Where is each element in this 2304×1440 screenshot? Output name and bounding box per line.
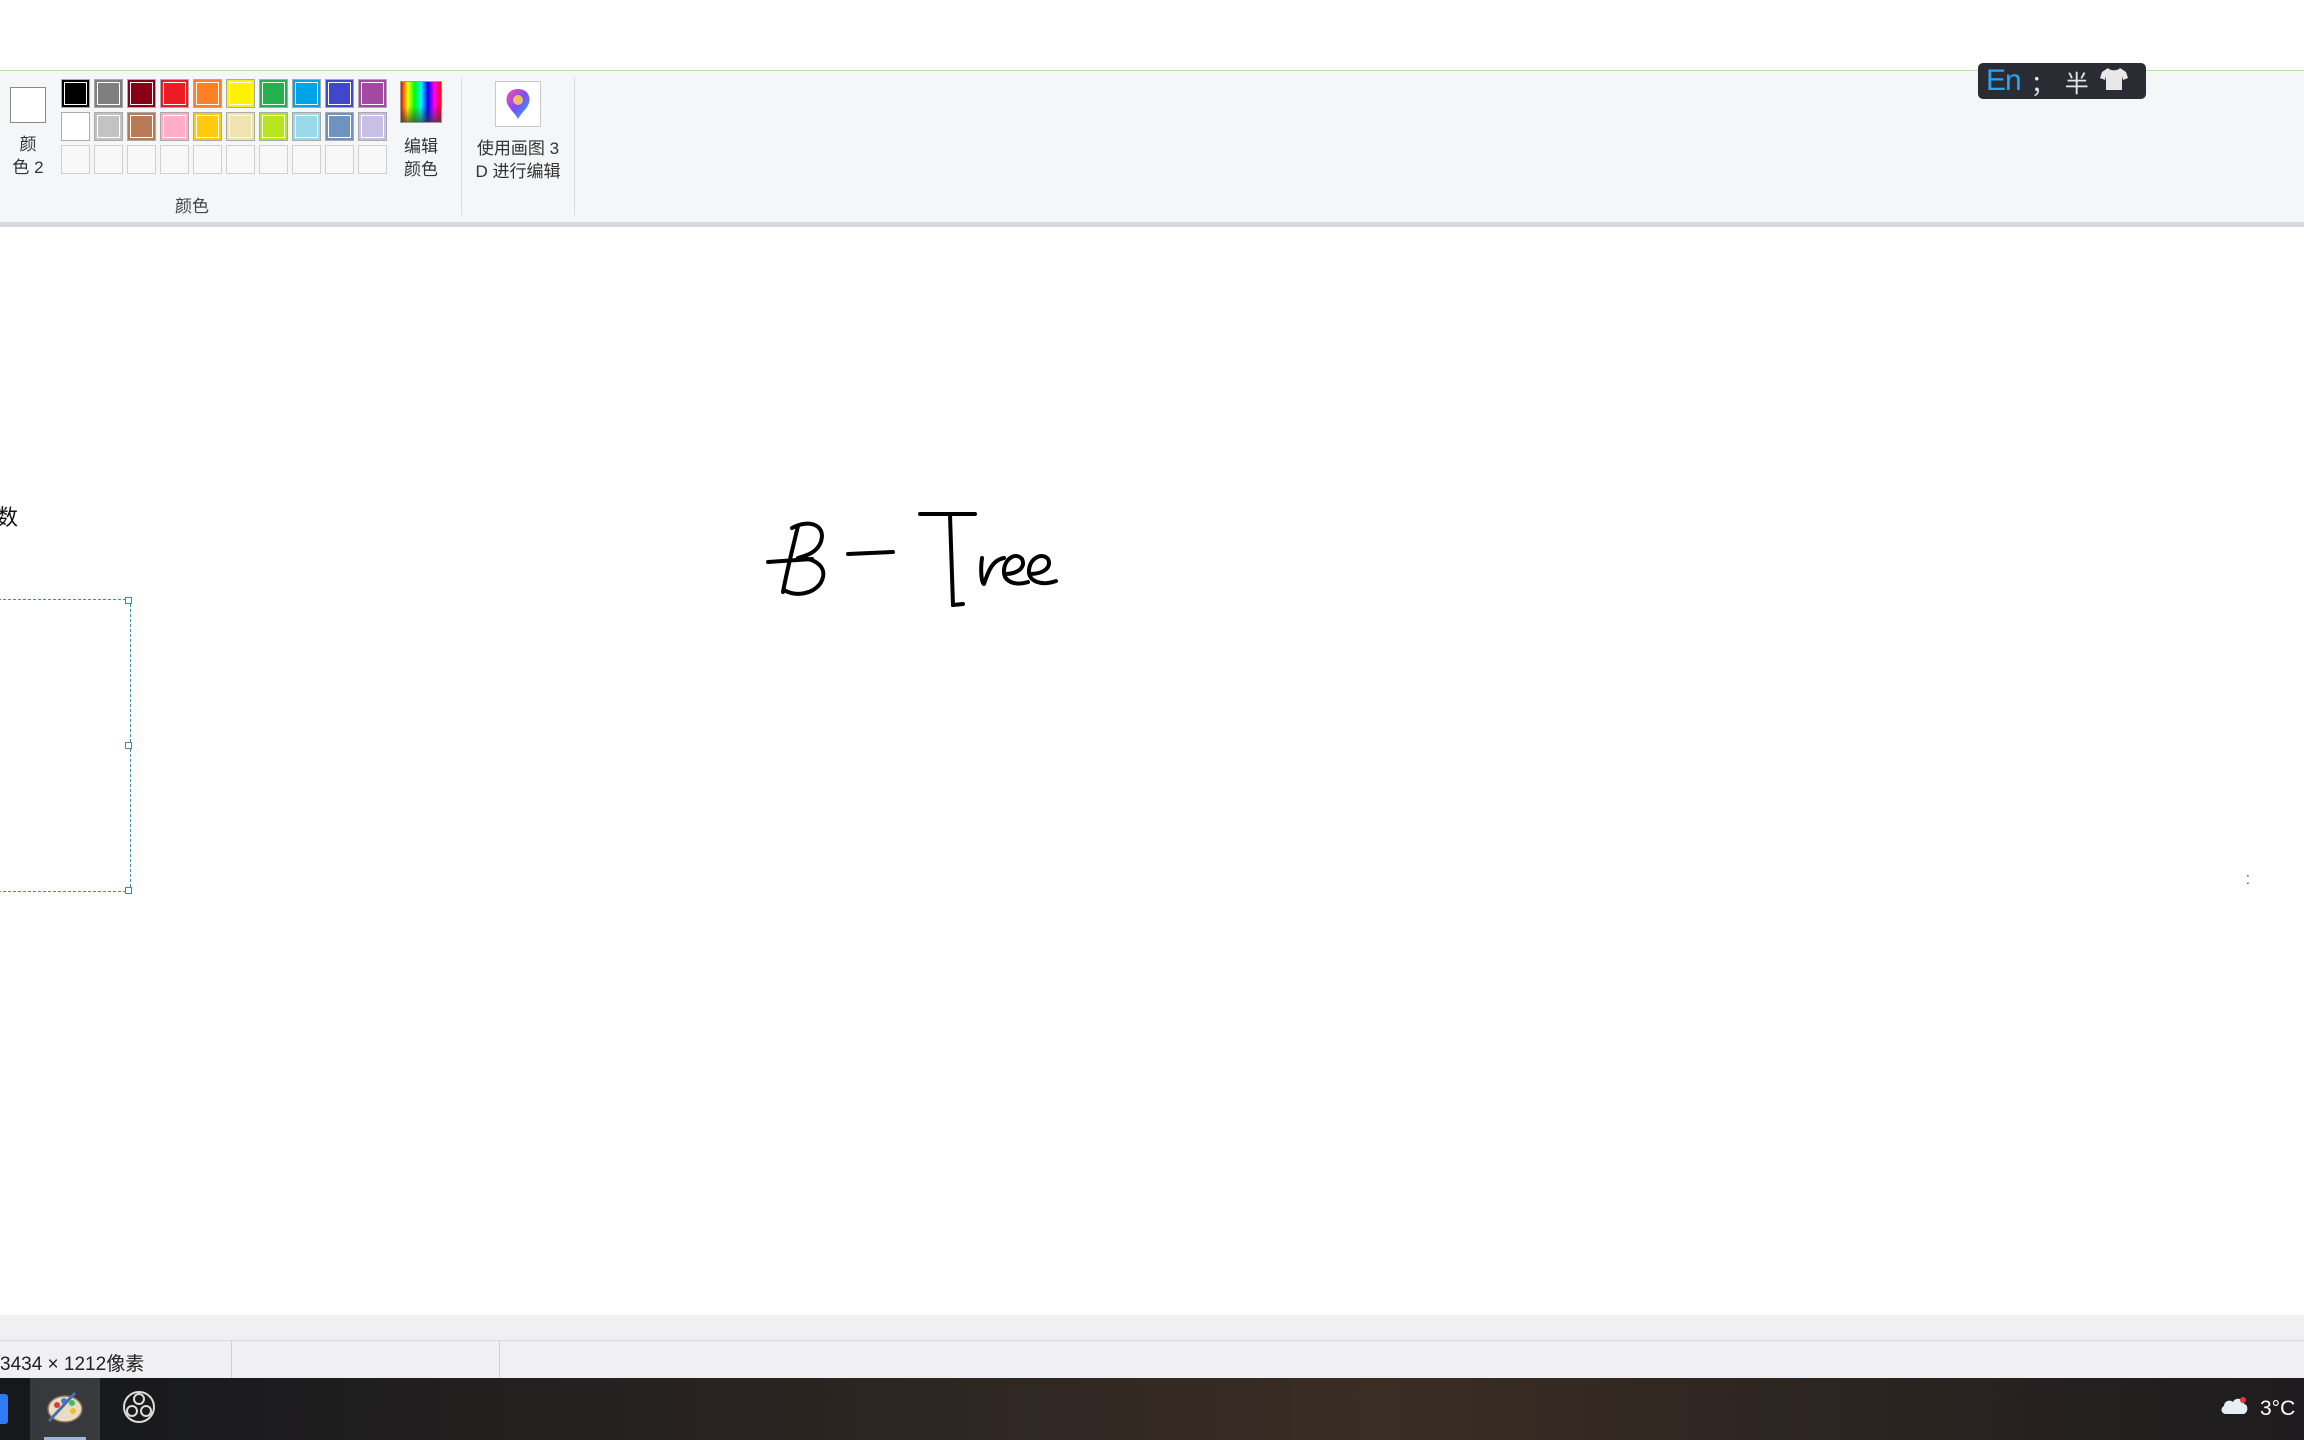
- color2-button[interactable]: 颜 色 2: [6, 81, 50, 179]
- edit-colors-label-line1: 编辑: [404, 137, 438, 156]
- drawing-canvas[interactable]: 数 ⁚: [0, 227, 2304, 1315]
- paint3d-icon: [495, 81, 541, 127]
- ime-status-bar[interactable]: En ； 半: [1978, 63, 2146, 99]
- custom-color-slot[interactable]: [325, 145, 354, 174]
- taskbar: 3°C: [0, 1378, 2304, 1440]
- color-spectrum-icon: [400, 81, 442, 123]
- palette-color-swatch[interactable]: [226, 79, 255, 108]
- shirt-icon[interactable]: [2099, 66, 2129, 97]
- custom-color-slot[interactable]: [160, 145, 189, 174]
- selection-text: 数: [0, 505, 19, 530]
- palette-color-swatch[interactable]: [61, 79, 90, 108]
- edit-colors-button[interactable]: 编辑 颜色: [396, 81, 446, 181]
- custom-color-slot[interactable]: [358, 145, 387, 174]
- custom-color-slot[interactable]: [193, 145, 222, 174]
- color-palette: [61, 79, 389, 176]
- paint3d-label-line2: D 进行编辑: [475, 162, 561, 181]
- temperature: 3°C: [2260, 1397, 2296, 1420]
- title-area: [0, 0, 2304, 71]
- status-bar: 3434 × 1212像素: [0, 1340, 2304, 1379]
- color2-label-line1: 颜: [19, 135, 37, 154]
- paint-icon: [45, 1389, 85, 1430]
- palette-color-swatch[interactable]: [160, 79, 189, 108]
- custom-color-slot[interactable]: [226, 145, 255, 174]
- ime-punctuation-toggle[interactable]: ；: [2031, 64, 2055, 99]
- ime-width-toggle[interactable]: 半: [2065, 64, 2089, 99]
- ribbon: 颜 色 2 编辑 颜色 颜色 使用画图 3 D 进行编辑: [0, 71, 2304, 222]
- selection-handle[interactable]: [125, 742, 132, 749]
- palette-color-swatch[interactable]: [226, 112, 255, 141]
- group-divider: [574, 77, 575, 215]
- palette-color-swatch[interactable]: [292, 112, 321, 141]
- ime-language-toggle[interactable]: En: [1986, 64, 2022, 98]
- custom-color-slot[interactable]: [292, 145, 321, 174]
- custom-color-slot[interactable]: [61, 145, 90, 174]
- color2-label-line2: 色 2: [12, 158, 44, 177]
- palette-color-swatch[interactable]: [358, 112, 387, 141]
- taskbar-paint[interactable]: [30, 1378, 100, 1440]
- palette-color-swatch[interactable]: [358, 79, 387, 108]
- canvas-bottom-margin: [0, 1315, 2304, 1340]
- stray-mark: ⁚: [2246, 873, 2250, 887]
- custom-color-slot[interactable]: [127, 145, 156, 174]
- taskbar-obs[interactable]: [104, 1378, 174, 1440]
- palette-color-swatch[interactable]: [160, 112, 189, 141]
- start-button[interactable]: [0, 1394, 8, 1424]
- palette-color-swatch[interactable]: [94, 112, 123, 141]
- paint3d-label-line1: 使用画图 3: [476, 139, 560, 158]
- palette-color-swatch[interactable]: [292, 79, 321, 108]
- palette-color-swatch[interactable]: [259, 112, 288, 141]
- cloud-icon: [2218, 1394, 2250, 1424]
- status-divider: [499, 1341, 500, 1379]
- custom-color-slot[interactable]: [94, 145, 123, 174]
- edit-with-paint3d-button[interactable]: 使用画图 3 D 进行编辑: [464, 81, 572, 183]
- palette-color-swatch[interactable]: [127, 112, 156, 141]
- colors-group-label: 颜色: [175, 197, 209, 216]
- image-dimensions: 3434 × 1212像素: [0, 1354, 145, 1375]
- custom-color-slot[interactable]: [259, 145, 288, 174]
- color2-swatch: [10, 87, 46, 123]
- selection-box[interactable]: [0, 597, 132, 894]
- palette-color-swatch[interactable]: [61, 112, 90, 141]
- palette-color-swatch[interactable]: [94, 79, 123, 108]
- status-divider: [231, 1341, 232, 1379]
- palette-color-swatch[interactable]: [127, 79, 156, 108]
- palette-color-swatch[interactable]: [193, 79, 222, 108]
- group-divider: [461, 77, 462, 215]
- palette-color-swatch[interactable]: [193, 112, 222, 141]
- handwriting-b-tree: [760, 502, 1100, 627]
- palette-color-swatch[interactable]: [325, 112, 354, 141]
- selection-handle[interactable]: [125, 597, 132, 604]
- weather-widget[interactable]: 3°C: [2218, 1394, 2295, 1424]
- selection-handle[interactable]: [125, 887, 132, 894]
- palette-color-swatch[interactable]: [325, 79, 354, 108]
- edit-colors-label-line2: 颜色: [404, 160, 438, 179]
- obs-icon: [122, 1390, 156, 1429]
- palette-color-swatch[interactable]: [259, 79, 288, 108]
